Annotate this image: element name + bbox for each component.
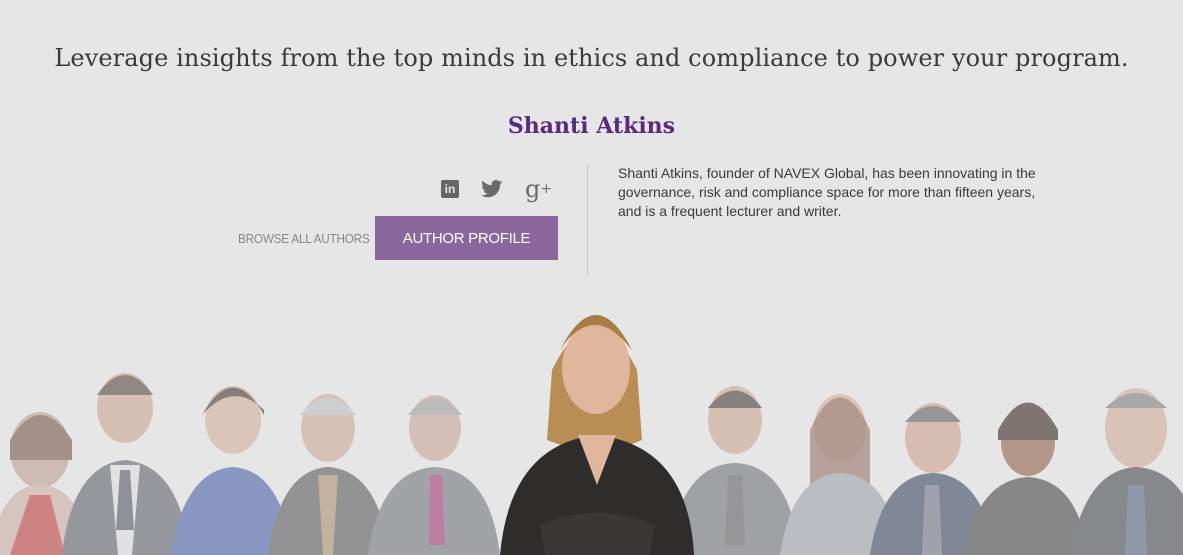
- google-plus-sign: +: [540, 181, 553, 197]
- google-plus-icon[interactable]: g +: [525, 177, 552, 201]
- twitter-icon[interactable]: [481, 180, 503, 198]
- social-links: in g +: [441, 176, 552, 202]
- featured-author-portrait: [500, 315, 694, 555]
- browse-all-authors-link[interactable]: BROWSE ALL AUTHORS: [238, 231, 370, 246]
- author-name: Shanti Atkins: [507, 113, 676, 139]
- google-plus-letter: g: [525, 175, 541, 203]
- vertical-divider: [587, 165, 588, 277]
- page-headline: Leverage insights from the top minds in …: [54, 44, 1129, 72]
- author-profile-button[interactable]: AUTHOR PROFILE: [375, 216, 558, 260]
- authors-group-photo: [0, 290, 1183, 555]
- author-bio: Shanti Atkins, founder of NAVEX Global, …: [618, 165, 1036, 219]
- linkedin-icon[interactable]: in: [441, 180, 459, 198]
